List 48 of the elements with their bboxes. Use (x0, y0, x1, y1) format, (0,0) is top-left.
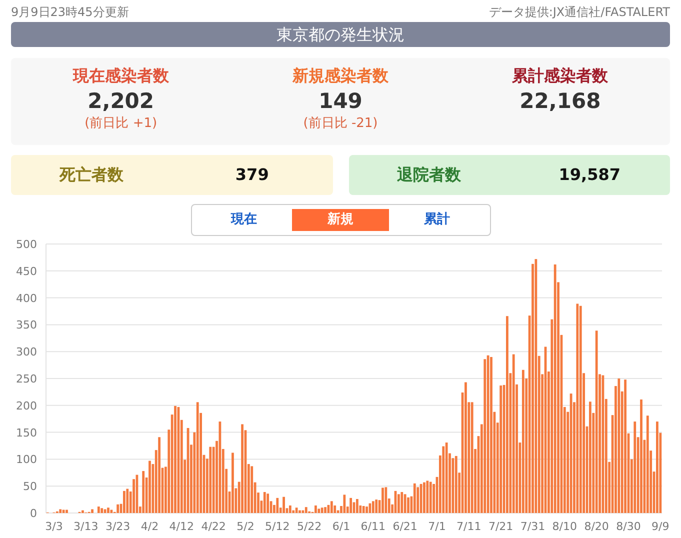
x-axis-label: 5/22 (296, 520, 322, 533)
x-axis-label: 8/10 (552, 520, 577, 533)
y-axis-label: 450 (16, 264, 37, 278)
x-axis-label: 9/9 (652, 520, 670, 533)
x-axis-label: 6/21 (392, 520, 418, 533)
y-axis-label: 0 (30, 507, 37, 520)
x-axis-label: 7/31 (520, 520, 546, 533)
data-source: データ提供:JX通信社/FASTALERT (488, 4, 670, 21)
x-axis-label: 6/11 (360, 520, 386, 533)
x-axis-label: 4/2 (140, 520, 159, 533)
summary-label: 退院者数 (396, 164, 462, 186)
x-axis-label: 6/1 (332, 520, 350, 533)
y-axis-label: 100 (16, 453, 37, 466)
y-axis-label: 150 (16, 426, 37, 440)
x-axis-label: 5/2 (236, 520, 254, 533)
y-axis-label: 200 (16, 399, 37, 412)
tab[interactable]: 現在 (196, 209, 292, 231)
x-axis-label: 7/11 (456, 520, 482, 533)
stat-label: 現在感染者数 (72, 65, 170, 87)
x-axis-label: 7/1 (428, 520, 446, 533)
y-axis-label: 300 (16, 346, 37, 359)
summary-label: 死亡者数 (58, 164, 124, 186)
y-axis-label: 500 (16, 238, 37, 251)
y-axis-label: 50 (23, 480, 37, 494)
x-axis-label: 4/12 (169, 520, 194, 533)
stat-value: 149 (318, 88, 364, 114)
x-axis-label: 3/23 (105, 520, 130, 533)
stat-change: (前日比 +1) (84, 115, 158, 134)
update-time: 9月9日23時45分更新 (11, 4, 129, 21)
x-axis-label: 8/20 (584, 520, 609, 533)
tab[interactable]: 累計 (388, 209, 486, 231)
stat-label: 累計感染者数 (511, 65, 610, 87)
x-axis-label: 5/12 (265, 520, 290, 533)
y-axis-label: 250 (16, 372, 37, 386)
x-axis-label: 7/21 (488, 520, 514, 533)
stat-label: 新規感染者数 (291, 65, 390, 87)
summary-value: 379 (234, 164, 270, 186)
summary-value: 19,587 (558, 164, 622, 186)
stat-change: (前日比 -21) (302, 115, 379, 134)
x-axis-label: 3/3 (45, 520, 63, 533)
stat-value: 2,202 (86, 88, 156, 114)
y-axis-label: 350 (16, 318, 37, 332)
page-title: 東京都の発生状況 (11, 22, 670, 47)
x-axis-label: 8/30 (616, 520, 641, 533)
x-axis-label: 4/22 (201, 520, 226, 533)
y-axis-label: 400 (16, 292, 37, 305)
stat-value: 22,168 (518, 88, 602, 114)
x-axis-label: 3/13 (74, 520, 98, 533)
